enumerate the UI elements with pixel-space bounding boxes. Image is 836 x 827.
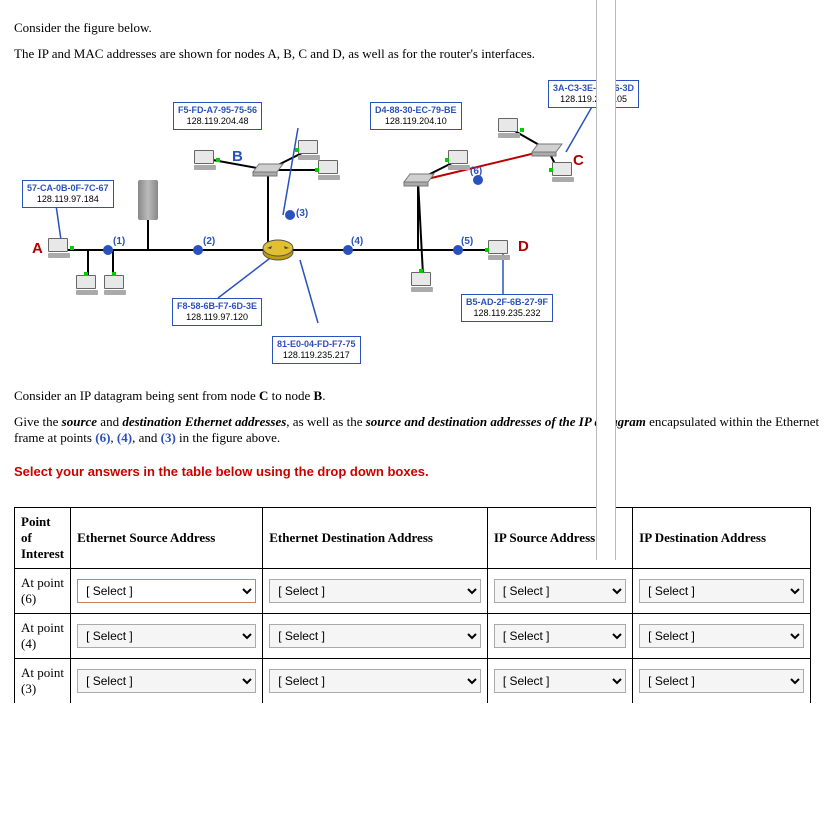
- th-edst: Ethernet Destination Address: [263, 508, 488, 569]
- page-divider: [596, 0, 616, 560]
- answer-table: Point of Interest Ethernet Source Addres…: [14, 507, 811, 703]
- node-c-pc-icon: [552, 162, 576, 184]
- pc-icon: [318, 160, 342, 182]
- q-text: to node: [268, 388, 313, 403]
- q-text: .: [322, 388, 325, 403]
- node-d-ip: 128.119.235.232: [466, 308, 548, 319]
- network-diagram: (1) (2) (3) (4) (5) (6) 57-CA-0B-0F-7C-6…: [18, 80, 658, 370]
- router-top-ip: 128.119.204.10: [375, 116, 457, 127]
- server-icon: [138, 180, 158, 220]
- node-d-addr: B5-AD-2F-6B-27-9F 128.119.235.232: [461, 294, 553, 322]
- intro-line-2: The IP and MAC addresses are shown for n…: [14, 46, 822, 62]
- select-p6-edst[interactable]: [ Select ]: [269, 579, 481, 603]
- select-p3-ipsrc[interactable]: [ Select ]: [494, 669, 626, 693]
- router-icon: [261, 238, 295, 262]
- point-3-label: (3): [296, 208, 308, 219]
- router-iface-left-addr: F8-58-6B-F7-6D-3E 128.119.97.120: [172, 298, 262, 326]
- node-c-ip: 128.119.235.105: [553, 94, 634, 105]
- th-poi: Point of Interest: [15, 508, 71, 569]
- wire-layer: [18, 80, 658, 370]
- router-top-mac: D4-88-30-EC-79-BE: [375, 105, 457, 116]
- point-1-label: (1): [113, 236, 125, 247]
- node-b-label: B: [232, 148, 243, 165]
- pc-icon: [498, 118, 522, 140]
- q-node-to: B: [314, 388, 323, 403]
- node-d-pc-icon: [488, 240, 512, 262]
- switch-b-icon: [251, 162, 285, 178]
- router-left-mac: F8-58-6B-F7-6D-3E: [177, 301, 257, 312]
- table-row: At point (6) [ Select ] [ Select ] [ Sel…: [15, 569, 811, 614]
- node-d-mac: B5-AD-2F-6B-27-9F: [466, 297, 548, 308]
- row-poi: At point (6): [15, 569, 71, 614]
- select-p3-esrc[interactable]: [ Select ]: [77, 669, 256, 693]
- select-p6-ipsrc[interactable]: [ Select ]: [494, 579, 626, 603]
- point-4-label: (4): [351, 236, 363, 247]
- router-right-ip: 128.119.235.217: [277, 350, 356, 361]
- q-text: Consider an IP datagram being sent from …: [14, 388, 259, 403]
- pc-icon: [194, 150, 218, 172]
- select-p6-esrc[interactable]: [ Select ]: [77, 579, 256, 603]
- intro-line-1: Consider the figure below.: [14, 20, 822, 36]
- pc-icon: [448, 150, 472, 172]
- router-right-mac: 81-E0-04-FD-F7-75: [277, 339, 356, 350]
- q-text: source: [62, 414, 97, 429]
- select-p4-esrc[interactable]: [ Select ]: [77, 624, 256, 648]
- point-2-label: (2): [203, 236, 215, 247]
- q-node-from: C: [259, 388, 268, 403]
- question-line-1: Consider an IP datagram being sent from …: [14, 388, 822, 404]
- q-text: , as well as the: [286, 414, 365, 429]
- q-text: Give the: [14, 414, 62, 429]
- point-5-label: (5): [461, 236, 473, 247]
- table-row: At point (3) [ Select ] [ Select ] [ Sel…: [15, 659, 811, 704]
- node-b-addr: F5-FD-A7-95-75-56 128.119.204.48: [173, 102, 262, 130]
- node-d-label: D: [518, 238, 529, 255]
- q-point-4: (4): [117, 430, 132, 445]
- q-text: and: [97, 414, 122, 429]
- node-a-label: A: [32, 240, 43, 257]
- select-p3-edst[interactable]: [ Select ]: [269, 669, 481, 693]
- q-text: destination Ethernet addresses: [122, 414, 286, 429]
- th-esrc: Ethernet Source Address: [71, 508, 263, 569]
- row-poi: At point (3): [15, 659, 71, 704]
- q-point-3: (3): [161, 430, 176, 445]
- switch-right-icon: [402, 172, 436, 188]
- question-line-2: Give the source and destination Ethernet…: [14, 414, 822, 446]
- router-left-ip: 128.119.97.120: [177, 312, 257, 323]
- node-a-pc-icon: [48, 238, 72, 260]
- select-p4-ipsrc[interactable]: [ Select ]: [494, 624, 626, 648]
- node-b-ip: 128.119.204.48: [178, 116, 257, 127]
- row-poi: At point (4): [15, 614, 71, 659]
- select-p3-ipdst[interactable]: [ Select ]: [639, 669, 804, 693]
- pc-icon: [104, 275, 128, 297]
- table-row: At point (4) [ Select ] [ Select ] [ Sel…: [15, 614, 811, 659]
- node-b-mac: F5-FD-A7-95-75-56: [178, 105, 257, 116]
- switch-c-icon: [530, 142, 564, 158]
- q-text: in the figure above.: [176, 430, 280, 445]
- select-instruction: Select your answers in the table below u…: [14, 464, 822, 479]
- router-iface-top-addr: D4-88-30-EC-79-BE 128.119.204.10: [370, 102, 462, 130]
- q-text: , and: [132, 430, 161, 445]
- pc-icon: [411, 272, 435, 294]
- point-1-dot: [103, 245, 113, 255]
- th-ipdst: IP Destination Address: [633, 508, 811, 569]
- node-a-ip: 128.119.97.184: [27, 194, 109, 205]
- node-c-mac: 3A-C3-3E-23-F6-3D: [553, 83, 634, 94]
- q-point-6: (6): [95, 430, 110, 445]
- pc-icon: [298, 140, 322, 162]
- pc-icon: [76, 275, 100, 297]
- point-2-dot: [193, 245, 203, 255]
- node-a-addr: 57-CA-0B-0F-7C-67 128.119.97.184: [22, 180, 114, 208]
- select-p6-ipdst[interactable]: [ Select ]: [639, 579, 804, 603]
- select-p4-ipdst[interactable]: [ Select ]: [639, 624, 804, 648]
- point-3-dot: [285, 210, 295, 220]
- node-a-mac: 57-CA-0B-0F-7C-67: [27, 183, 109, 194]
- node-c-addr: 3A-C3-3E-23-F6-3D 128.119.235.105: [548, 80, 639, 108]
- select-p4-edst[interactable]: [ Select ]: [269, 624, 481, 648]
- router-iface-right-addr: 81-E0-04-FD-F7-75 128.119.235.217: [272, 336, 361, 364]
- table-header-row: Point of Interest Ethernet Source Addres…: [15, 508, 811, 569]
